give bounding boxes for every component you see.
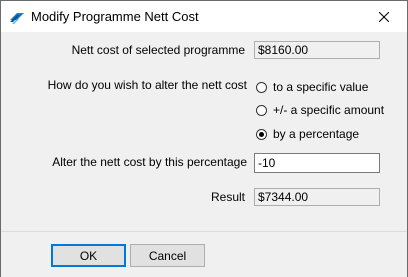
radio-button-checked[interactable] (256, 128, 267, 140)
result-label: Result (210, 190, 245, 204)
radio-label-percentage: by a percentage (273, 127, 360, 141)
cancel-button[interactable]: Cancel (130, 244, 205, 267)
close-icon (379, 11, 389, 22)
result-field: $7344.00 (254, 188, 380, 206)
modify-nett-cost-dialog: Modify Programme Nett Cost Nett cost of … (0, 0, 408, 277)
radio-percentage[interactable]: by a percentage (256, 127, 359, 141)
nett-cost-label: Nett cost of selected programme (71, 43, 245, 57)
window-title: Modify Programme Nett Cost (31, 9, 199, 24)
title-bar[interactable]: Modify Programme Nett Cost (1, 1, 407, 32)
radio-label-specific-value: to a specific value (273, 80, 369, 94)
close-button[interactable] (361, 1, 407, 32)
percentage-input[interactable] (254, 153, 380, 173)
alter-method-label: How do you wish to alter the nett cost (47, 78, 247, 92)
radio-button[interactable] (256, 104, 267, 116)
radio-label-specific-amount: +/- a specific amount (273, 103, 385, 117)
ok-button[interactable]: OK (51, 244, 126, 267)
button-bar: OK Cancel (1, 231, 407, 277)
radio-button[interactable] (256, 81, 267, 93)
radio-specific-value[interactable]: to a specific value (256, 80, 368, 94)
radio-specific-amount[interactable]: +/- a specific amount (256, 103, 384, 117)
app-icon (9, 9, 25, 25)
nett-cost-field: $8160.00 (254, 41, 380, 59)
percentage-label: Alter the nett cost by this percentage (52, 155, 247, 169)
